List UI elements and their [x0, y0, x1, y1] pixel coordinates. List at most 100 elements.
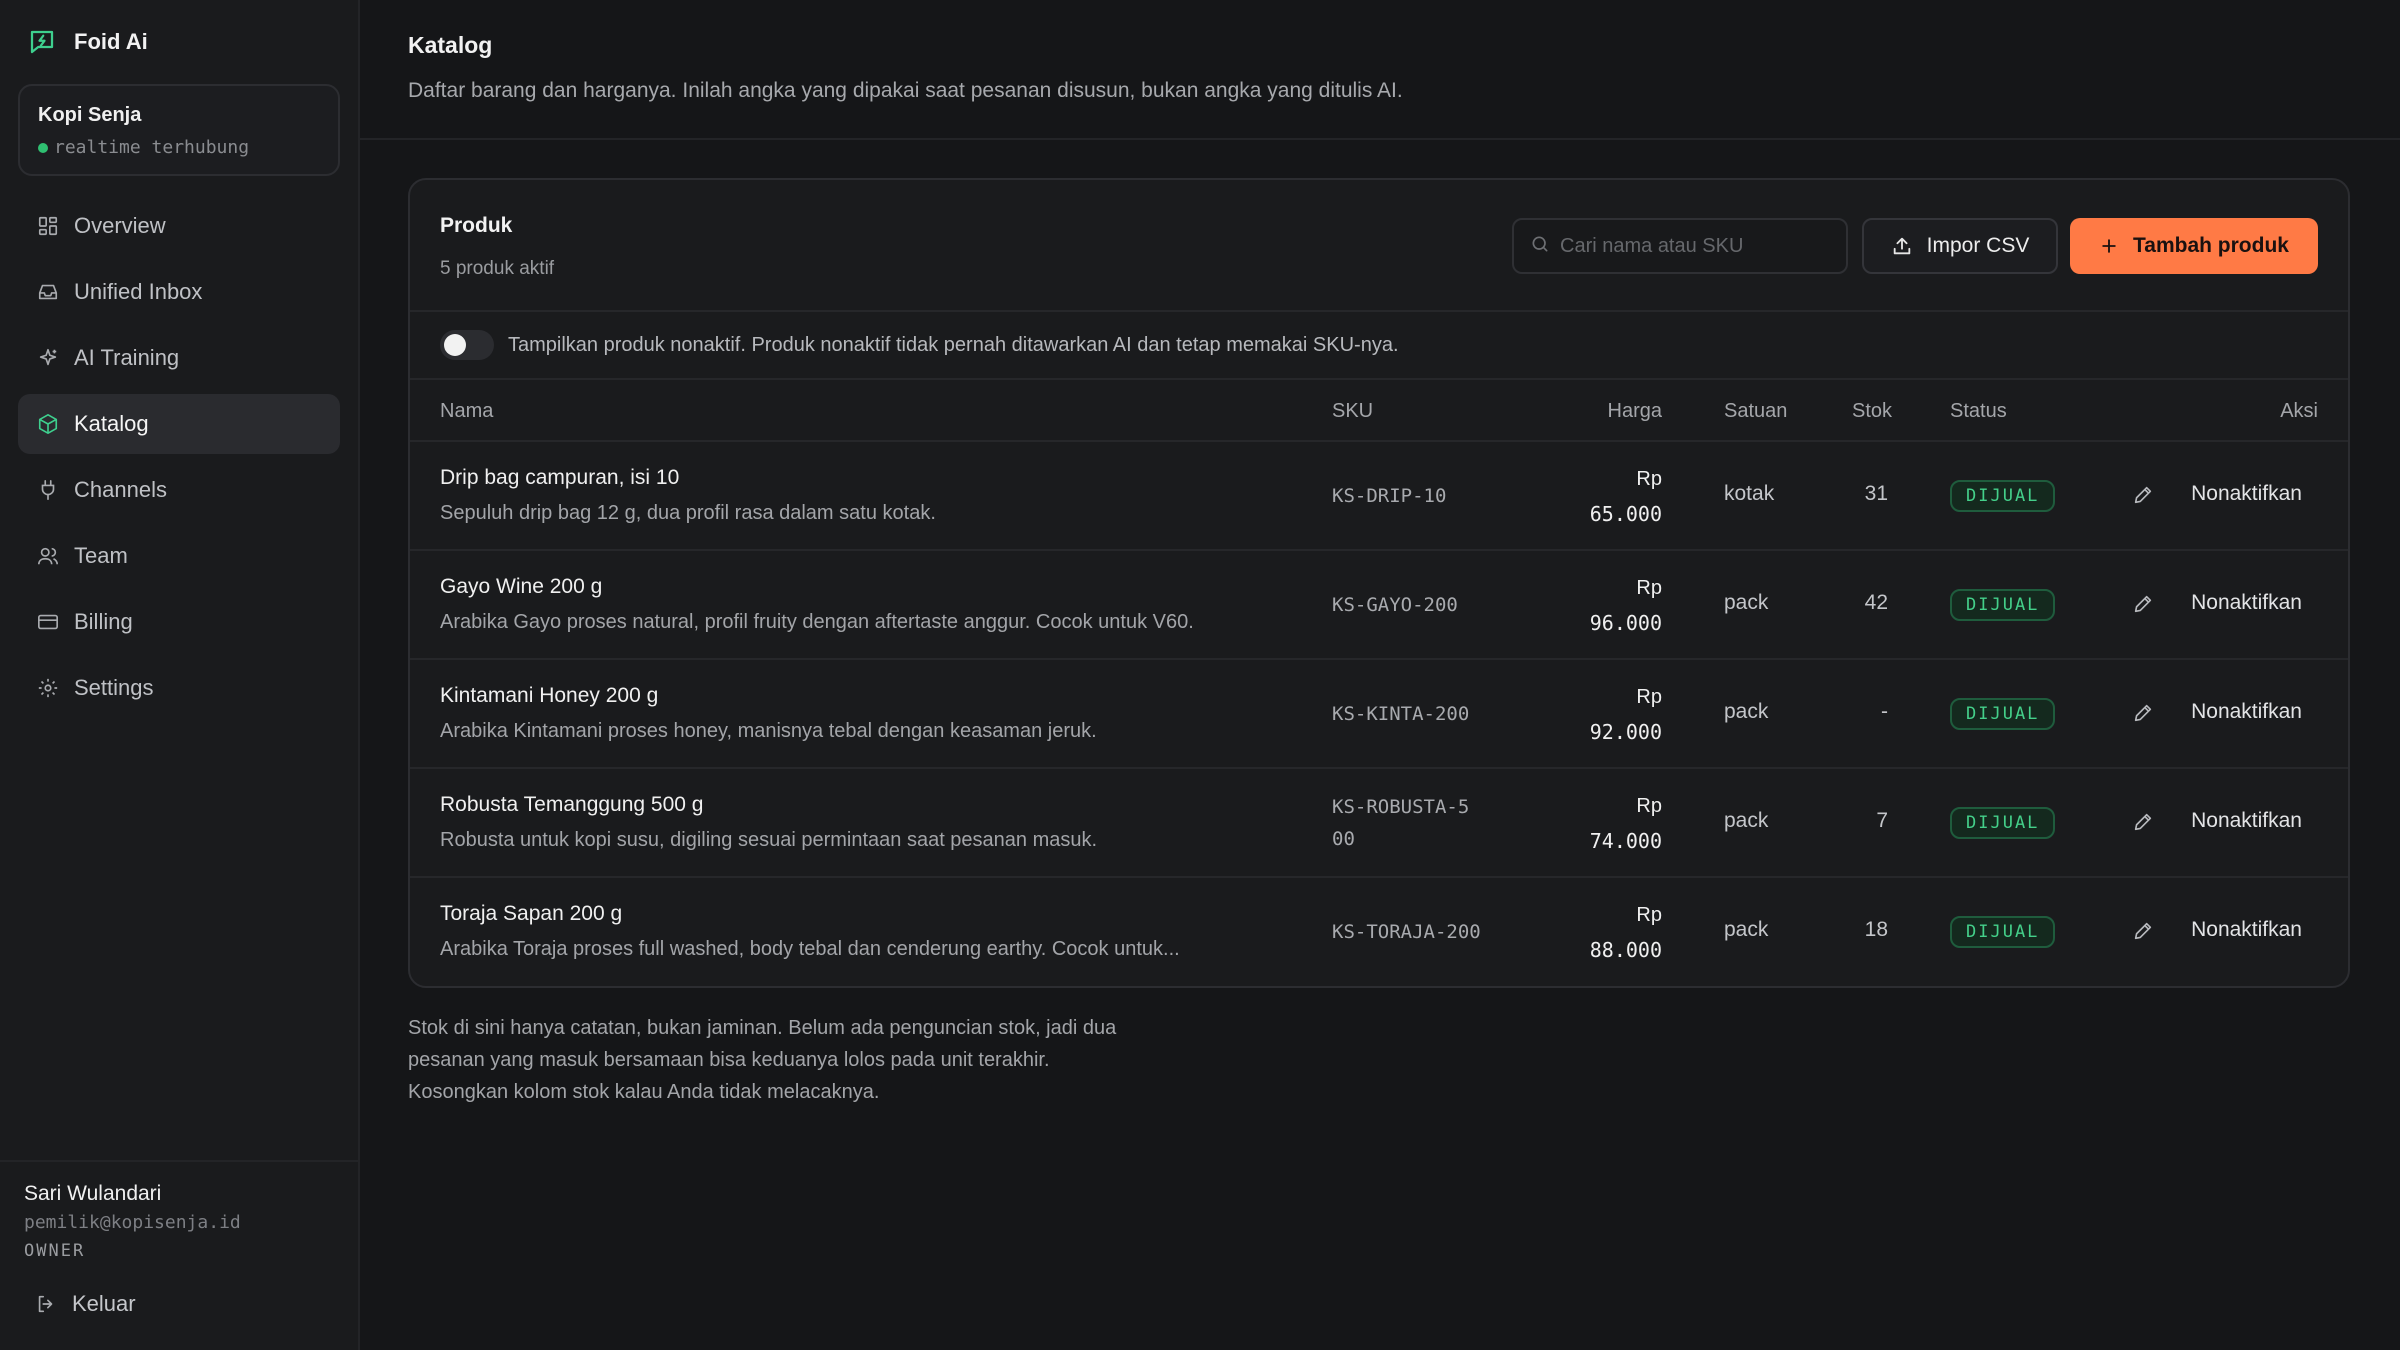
product-sku: KS-KINTA-200 [1332, 703, 1470, 725]
sidebar-nav: Overview Unified Inbox AI Training Katal… [0, 196, 358, 724]
edit-button[interactable] [2128, 807, 2158, 837]
sidebar-item-overview[interactable]: Overview [18, 196, 340, 256]
column-header-name[interactable]: Nama [440, 400, 493, 423]
box-icon [36, 412, 60, 436]
price-amount: 92.000 [1589, 720, 1662, 744]
table-row[interactable]: Toraja Sapan 200 g Arabika Toraja proses… [410, 878, 2348, 986]
add-product-button[interactable]: Tambah produk [2070, 218, 2318, 274]
column-header-unit[interactable]: Satuan [1724, 400, 1787, 423]
product-sku: KS-ROBUSTA-500 [1332, 796, 1470, 850]
edit-button[interactable] [2128, 698, 2158, 728]
product-unit: pack [1724, 809, 1769, 832]
deactivate-button[interactable]: Nonaktifkan [2191, 918, 2302, 942]
add-product-label: Tambah produk [2133, 234, 2289, 257]
users-icon [36, 544, 60, 568]
products-toolbar: Impor CSV Tambah produk [1512, 218, 2318, 274]
product-stock: 31 [1864, 482, 1888, 505]
deactivate-button[interactable]: Nonaktifkan [2191, 591, 2302, 615]
product-name: Drip bag campuran, isi 10 [440, 466, 680, 489]
credit-card-icon [36, 610, 60, 634]
product-unit: pack [1724, 591, 1769, 614]
products-card-header: Produk 5 produk aktif Impor CSV Tambah p… [410, 180, 2348, 312]
table-row[interactable]: Drip bag campuran, isi 10 Sepuluh drip b… [410, 442, 2348, 551]
deactivate-button[interactable]: Nonaktifkan [2191, 482, 2302, 506]
product-sku: KS-GAYO-200 [1332, 594, 1458, 616]
price-currency: Rp [1636, 686, 1662, 708]
sidebar-item-label: Billing [74, 609, 133, 634]
logout-button[interactable]: Keluar [24, 1291, 334, 1317]
price-amount: 65.000 [1589, 502, 1662, 526]
table-body: Drip bag campuran, isi 10 Sepuluh drip b… [410, 442, 2348, 986]
brand: Foid Ai [0, 0, 358, 84]
footnote-line: Kosongkan kolom stok kalau Anda tidak me… [408, 1081, 880, 1103]
status-badge: DIJUAL [1950, 589, 2056, 621]
sidebar-item-ai-training[interactable]: AI Training [18, 328, 340, 388]
sidebar-item-team[interactable]: Team [18, 526, 340, 586]
products-card: Produk 5 produk aktif Impor CSV Tambah p… [408, 178, 2350, 988]
product-description: Sepuluh drip bag 12 g, dua profil rasa d… [440, 502, 936, 524]
table-row[interactable]: Kintamani Honey 200 g Arabika Kintamani … [410, 660, 2348, 769]
show-inactive-label: Tampilkan produk nonaktif. Produk nonakt… [508, 333, 1399, 356]
status-badge: DIJUAL [1950, 480, 2056, 512]
product-price: Rp 92.000 [1590, 680, 1662, 750]
product-name: Toraja Sapan 200 g [440, 902, 623, 925]
status-badge: DIJUAL [1950, 807, 2056, 839]
footnote-line: Stok di sini hanya catatan, bukan jamina… [408, 1017, 1117, 1039]
edit-button[interactable] [2128, 589, 2158, 619]
status-badge: DIJUAL [1950, 698, 2056, 730]
column-header-sku[interactable]: SKU [1332, 400, 1373, 423]
product-price: Rp 88.000 [1590, 898, 1662, 968]
deactivate-button[interactable]: Nonaktifkan [2191, 700, 2302, 724]
price-amount: 88.000 [1589, 938, 1662, 962]
product-unit: pack [1724, 700, 1769, 723]
pencil-icon [2134, 595, 2152, 613]
price-amount: 74.000 [1589, 829, 1662, 853]
sidebar-item-channels[interactable]: Channels [18, 460, 340, 520]
column-header-action: Aksi [2280, 400, 2318, 422]
workspace-switcher[interactable]: Kopi Senja realtime terhubung [18, 84, 340, 176]
app-name: Foid Ai [74, 29, 148, 54]
search-icon [1530, 234, 1550, 259]
search-input[interactable] [1560, 234, 1840, 258]
page-title: Katalog [408, 32, 493, 58]
logout-icon [34, 1292, 58, 1316]
sidebar-item-billing[interactable]: Billing [18, 592, 340, 652]
search-box[interactable] [1512, 218, 1848, 274]
footnote-line: pesanan yang masuk bersamaan bisa keduan… [408, 1049, 1050, 1071]
product-description: Arabika Kintamani proses honey, manisnya… [440, 720, 1097, 742]
column-header-status[interactable]: Status [1950, 400, 2007, 423]
product-stock: 7 [1876, 809, 1888, 832]
product-price: Rp 65.000 [1590, 462, 1662, 532]
sidebar-item-katalog[interactable]: Katalog [18, 394, 340, 454]
edit-button[interactable] [2128, 480, 2158, 510]
sidebar-item-label: Unified Inbox [74, 279, 203, 304]
table-row[interactable]: Gayo Wine 200 g Arabika Gayo proses natu… [410, 551, 2348, 660]
grid-icon [36, 214, 60, 238]
page-subtitle: Daftar barang dan harganya. Inilah angka… [408, 79, 1403, 102]
sparkles-icon [36, 346, 60, 370]
table-row[interactable]: Robusta Temanggung 500 g Robusta untuk k… [410, 769, 2348, 878]
sidebar-item-unified-inbox[interactable]: Unified Inbox [18, 262, 340, 322]
pencil-icon [2134, 486, 2152, 504]
sidebar-item-settings[interactable]: Settings [18, 658, 340, 718]
product-stock: 42 [1864, 591, 1888, 614]
deactivate-button[interactable]: Nonaktifkan [2191, 809, 2302, 833]
online-dot-icon [38, 142, 48, 153]
price-currency: Rp [1636, 577, 1662, 599]
edit-button[interactable] [2128, 916, 2158, 946]
plus-icon [2102, 239, 2116, 253]
table-header: Nama SKU Harga Satuan Stok Status Aksi [410, 380, 2348, 442]
column-header-price[interactable]: Harga [1608, 400, 1662, 423]
sidebar-item-label: Katalog [74, 411, 149, 436]
show-inactive-toggle[interactable] [440, 330, 494, 360]
foid-logo-icon [26, 26, 58, 58]
import-csv-button[interactable]: Impor CSV [1862, 218, 2058, 274]
import-csv-label: Impor CSV [1926, 234, 2030, 257]
product-description: Arabika Toraja proses full washed, body … [440, 938, 1180, 960]
column-header-stock[interactable]: Stok [1852, 400, 1892, 423]
product-name: Kintamani Honey 200 g [440, 684, 659, 707]
sidebar-item-label: Overview [74, 213, 166, 238]
plug-icon [36, 478, 60, 502]
price-amount: 96.000 [1589, 611, 1662, 635]
product-stock: - [1881, 700, 1888, 723]
